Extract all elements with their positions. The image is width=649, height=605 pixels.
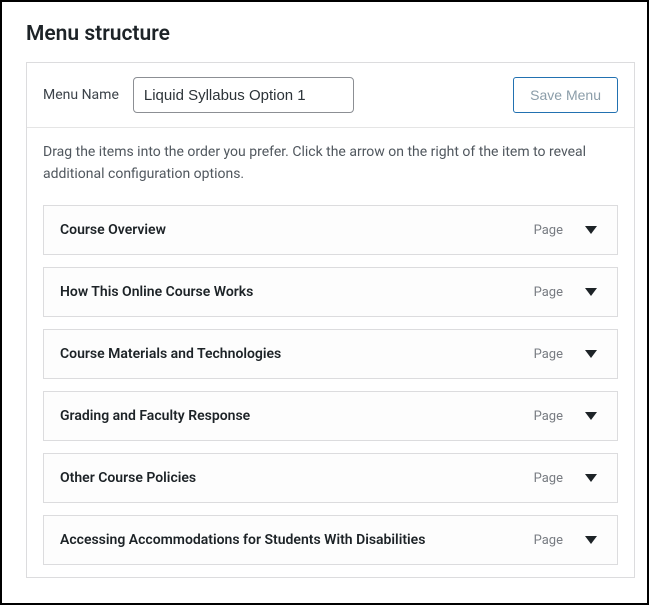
menu-item-meta: Page xyxy=(534,470,601,486)
instructions-text: Drag the items into the order you prefer… xyxy=(43,142,618,185)
menu-item-title: Grading and Faculty Response xyxy=(60,407,250,427)
menu-item-type: Page xyxy=(534,409,563,424)
menu-item[interactable]: Course Overview Page xyxy=(43,205,618,255)
menu-item-meta: Page xyxy=(534,346,601,362)
menu-item[interactable]: How This Online Course Works Page xyxy=(43,267,618,317)
menu-item-toggle[interactable] xyxy=(581,346,601,362)
menu-items-list: Course Overview Page How This Online Cou… xyxy=(43,205,618,565)
menu-item[interactable]: Other Course Policies Page xyxy=(43,453,618,503)
menu-item-title: Course Overview xyxy=(60,221,166,241)
menu-item-title: Course Materials and Technologies xyxy=(60,345,281,365)
menu-item-toggle[interactable] xyxy=(581,470,601,486)
menu-panel: Menu Name Save Menu Drag the items into … xyxy=(26,62,635,578)
menu-item-type: Page xyxy=(534,285,563,300)
menu-item-toggle[interactable] xyxy=(581,284,601,300)
menu-item[interactable]: Accessing Accommodations for Students Wi… xyxy=(43,515,618,565)
menu-item-type: Page xyxy=(534,471,563,486)
chevron-down-icon xyxy=(585,288,597,296)
menu-item[interactable]: Course Materials and Technologies Page xyxy=(43,329,618,379)
save-menu-button[interactable]: Save Menu xyxy=(513,77,618,113)
menu-item-meta: Page xyxy=(534,532,601,548)
chevron-down-icon xyxy=(585,226,597,234)
chevron-down-icon xyxy=(585,412,597,420)
menu-item-meta: Page xyxy=(534,222,601,238)
menu-item-title: Accessing Accommodations for Students Wi… xyxy=(60,531,425,551)
menu-item-title: Other Course Policies xyxy=(60,469,196,489)
menu-item-toggle[interactable] xyxy=(581,532,601,548)
menu-item-meta: Page xyxy=(534,284,601,300)
menu-item-meta: Page xyxy=(534,408,601,424)
app-frame: Menu structure Menu Name Save Menu Drag … xyxy=(0,0,649,605)
chevron-down-icon xyxy=(585,536,597,544)
page-title: Menu structure xyxy=(26,22,635,46)
menu-item-type: Page xyxy=(534,347,563,362)
menu-item-toggle[interactable] xyxy=(581,222,601,238)
menu-item-type: Page xyxy=(534,223,563,238)
menu-item-title: How This Online Course Works xyxy=(60,283,253,303)
menu-name-label: Menu Name xyxy=(43,87,119,103)
menu-item-toggle[interactable] xyxy=(581,408,601,424)
chevron-down-icon xyxy=(585,474,597,482)
menu-item[interactable]: Grading and Faculty Response Page xyxy=(43,391,618,441)
menu-item-type: Page xyxy=(534,533,563,548)
menu-panel-body: Drag the items into the order you prefer… xyxy=(27,128,634,565)
chevron-down-icon xyxy=(585,350,597,358)
menu-panel-header: Menu Name Save Menu xyxy=(27,63,634,128)
menu-name-input[interactable] xyxy=(133,77,354,113)
